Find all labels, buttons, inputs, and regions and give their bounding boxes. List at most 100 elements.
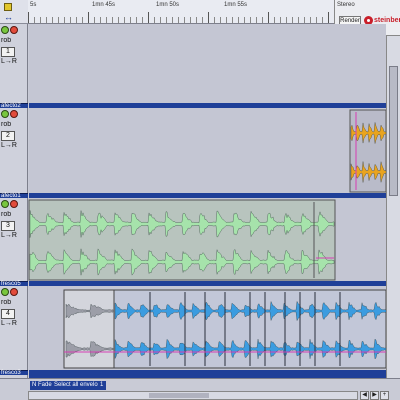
ruler-tick <box>244 17 245 23</box>
power-icon[interactable] <box>1 110 9 118</box>
ruler-tick <box>40 17 41 23</box>
track-output[interactable]: L→R <box>1 320 27 328</box>
track-output[interactable]: L→R <box>1 232 27 240</box>
track-output[interactable]: L→R <box>1 142 27 150</box>
ruler-tick <box>136 17 137 23</box>
track-buttons <box>1 288 18 297</box>
track-output[interactable]: L→R <box>1 58 27 66</box>
track-name-bar: fresco3 <box>0 370 28 376</box>
ruler-tick <box>256 17 257 23</box>
track-mode[interactable]: rob <box>1 121 27 129</box>
vertical-scroll-thumb[interactable] <box>389 66 398 196</box>
record-icon[interactable] <box>10 288 18 296</box>
ruler-label: 1mn 55s <box>224 2 248 8</box>
track-name: afecto1 <box>1 193 21 199</box>
zoom-in-icon[interactable]: ▶ <box>370 391 379 400</box>
ruler-tick <box>130 17 131 23</box>
ruler-tick <box>70 17 71 23</box>
arrows-icon[interactable]: ↔ <box>4 13 13 22</box>
audio-montage-window: ↔ rob 1 L→R rob 2 L→R rob 3 L→R rob 4 L→R afecto2 afe… <box>0 0 400 400</box>
ruler-tick <box>196 17 197 23</box>
track-lane-3[interactable] <box>29 198 386 281</box>
ruler-tick <box>316 17 317 23</box>
ruler-tick <box>82 17 83 23</box>
ruler-tick <box>298 17 299 23</box>
mode-label[interactable]: N Fade <box>30 381 54 390</box>
track-lane-2[interactable] <box>29 108 386 193</box>
status-bar: N Fade Select all envelope 1 ◀ ▶ + <box>0 378 400 400</box>
ruler-tick <box>274 17 275 23</box>
ruler-tick <box>58 17 59 23</box>
track-name-bar: afecto1 <box>0 193 28 199</box>
ruler-tick <box>160 17 161 23</box>
ruler-tick <box>64 17 65 23</box>
track-separator <box>29 370 386 378</box>
ruler-tick <box>232 17 233 23</box>
track-mode[interactable]: rob <box>1 211 27 219</box>
ruler-tick <box>262 17 263 23</box>
track-header-1: rob 1 L→R <box>0 24 28 94</box>
track-header-3: rob 3 L→R <box>0 198 28 268</box>
ruler-tick <box>268 12 269 23</box>
ruler-tick <box>142 17 143 23</box>
ruler-tick <box>34 17 35 23</box>
track-header-2: rob 2 L→R <box>0 108 28 178</box>
ruler-tick <box>28 12 29 23</box>
ruler-tick <box>106 17 107 23</box>
ruler-tick <box>52 17 53 23</box>
ruler-tick <box>184 17 185 23</box>
ruler-tick <box>172 17 173 23</box>
ruler-tick <box>304 17 305 23</box>
ruler-tick <box>280 17 281 23</box>
ruler-tick <box>328 12 329 23</box>
track-number[interactable]: 3 <box>1 221 15 231</box>
track-name: fresco5 <box>1 281 21 287</box>
ruler-tick <box>94 17 95 23</box>
ruler-tick <box>286 17 287 23</box>
ruler-label: 1mn 50s <box>156 2 180 8</box>
ruler-tick <box>250 17 251 23</box>
ruler-tick <box>238 17 239 23</box>
ruler-tick <box>178 17 179 23</box>
horizontal-scrollbar[interactable] <box>28 391 358 400</box>
panel-title: Stereo <box>337 2 355 8</box>
ruler-tick <box>292 17 293 23</box>
ruler-tick <box>112 17 113 23</box>
ruler-tick <box>46 17 47 23</box>
track-lane-1[interactable] <box>29 24 386 103</box>
track-name-bar: afecto2 <box>0 103 28 109</box>
ruler-tick <box>76 17 77 23</box>
track-number[interactable]: 2 <box>1 131 15 141</box>
track-mode[interactable]: rob <box>1 299 27 307</box>
record-icon[interactable] <box>10 26 18 34</box>
cursor-icon[interactable] <box>4 3 12 11</box>
ruler-tick <box>202 17 203 23</box>
corner-tools: ↔ <box>0 0 28 24</box>
zoom-out-icon[interactable]: ◀ <box>360 391 369 400</box>
track-buttons <box>1 26 18 35</box>
track-number[interactable]: 1 <box>1 47 15 57</box>
zoom-reset-icon[interactable]: + <box>380 391 389 400</box>
ruler-tick <box>214 17 215 23</box>
ruler-label: 1mn 45s <box>92 2 116 8</box>
ruler-tick <box>154 17 155 23</box>
ruler-tick <box>310 17 311 23</box>
horizontal-scroll-thumb[interactable] <box>149 393 209 398</box>
power-icon[interactable] <box>1 200 9 208</box>
track-mode[interactable]: rob <box>1 37 27 45</box>
record-icon[interactable] <box>10 200 18 208</box>
ruler-tick <box>100 17 101 23</box>
track-lane-4[interactable] <box>29 286 386 370</box>
time-ruler[interactable]: 5s 1mn 45s 1mn 50s 1mn 55s <box>28 0 334 24</box>
track-header-column: ↔ rob 1 L→R rob 2 L→R rob 3 L→R rob 4 L→R afecto2 afe… <box>0 0 28 378</box>
record-icon[interactable] <box>10 110 18 118</box>
ruler-tick <box>118 17 119 23</box>
track-number[interactable]: 4 <box>1 309 15 319</box>
track-buttons <box>1 200 18 209</box>
ruler-tick <box>124 17 125 23</box>
ruler-tick <box>226 17 227 23</box>
power-icon[interactable] <box>1 288 9 296</box>
power-icon[interactable] <box>1 26 9 34</box>
ruler-tick <box>190 17 191 23</box>
vertical-scrollbar[interactable] <box>386 36 400 378</box>
